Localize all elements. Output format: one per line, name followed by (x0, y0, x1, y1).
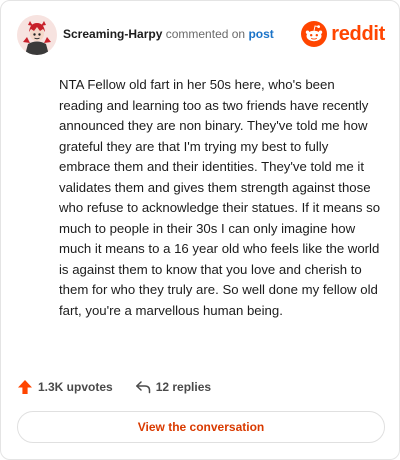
post-link[interactable]: post (248, 27, 273, 41)
comment-header: Screaming-Harpy commented on post reddit (17, 15, 385, 55)
replies-button[interactable]: 12 replies (135, 380, 211, 394)
reply-arrow-icon (135, 381, 150, 394)
reddit-snoo-icon (301, 21, 328, 47)
reddit-brand[interactable]: reddit (301, 21, 385, 47)
upvote-arrow-icon (18, 380, 32, 394)
view-conversation-button[interactable]: View the conversation (17, 411, 385, 443)
replies-count: 12 replies (155, 380, 212, 394)
comment-actions: 1.3K upvotes 12 replies (17, 377, 211, 397)
avatar[interactable] (17, 15, 57, 55)
upvote-count: 1.3K upvotes (38, 380, 113, 394)
avatar-harpy-icon (17, 15, 57, 55)
username[interactable]: Screaming-Harpy (63, 27, 162, 41)
commented-on-text: commented on (165, 27, 246, 41)
reddit-wordmark: reddit (331, 22, 385, 45)
comment-meta: Screaming-Harpy commented on post (63, 27, 274, 41)
upvote-button[interactable]: 1.3K upvotes (17, 379, 113, 395)
embedded-comment-card: Screaming-Harpy commented on post reddit… (0, 0, 400, 460)
comment-body: NTA Fellow old fart in her 50s here, who… (59, 77, 381, 318)
